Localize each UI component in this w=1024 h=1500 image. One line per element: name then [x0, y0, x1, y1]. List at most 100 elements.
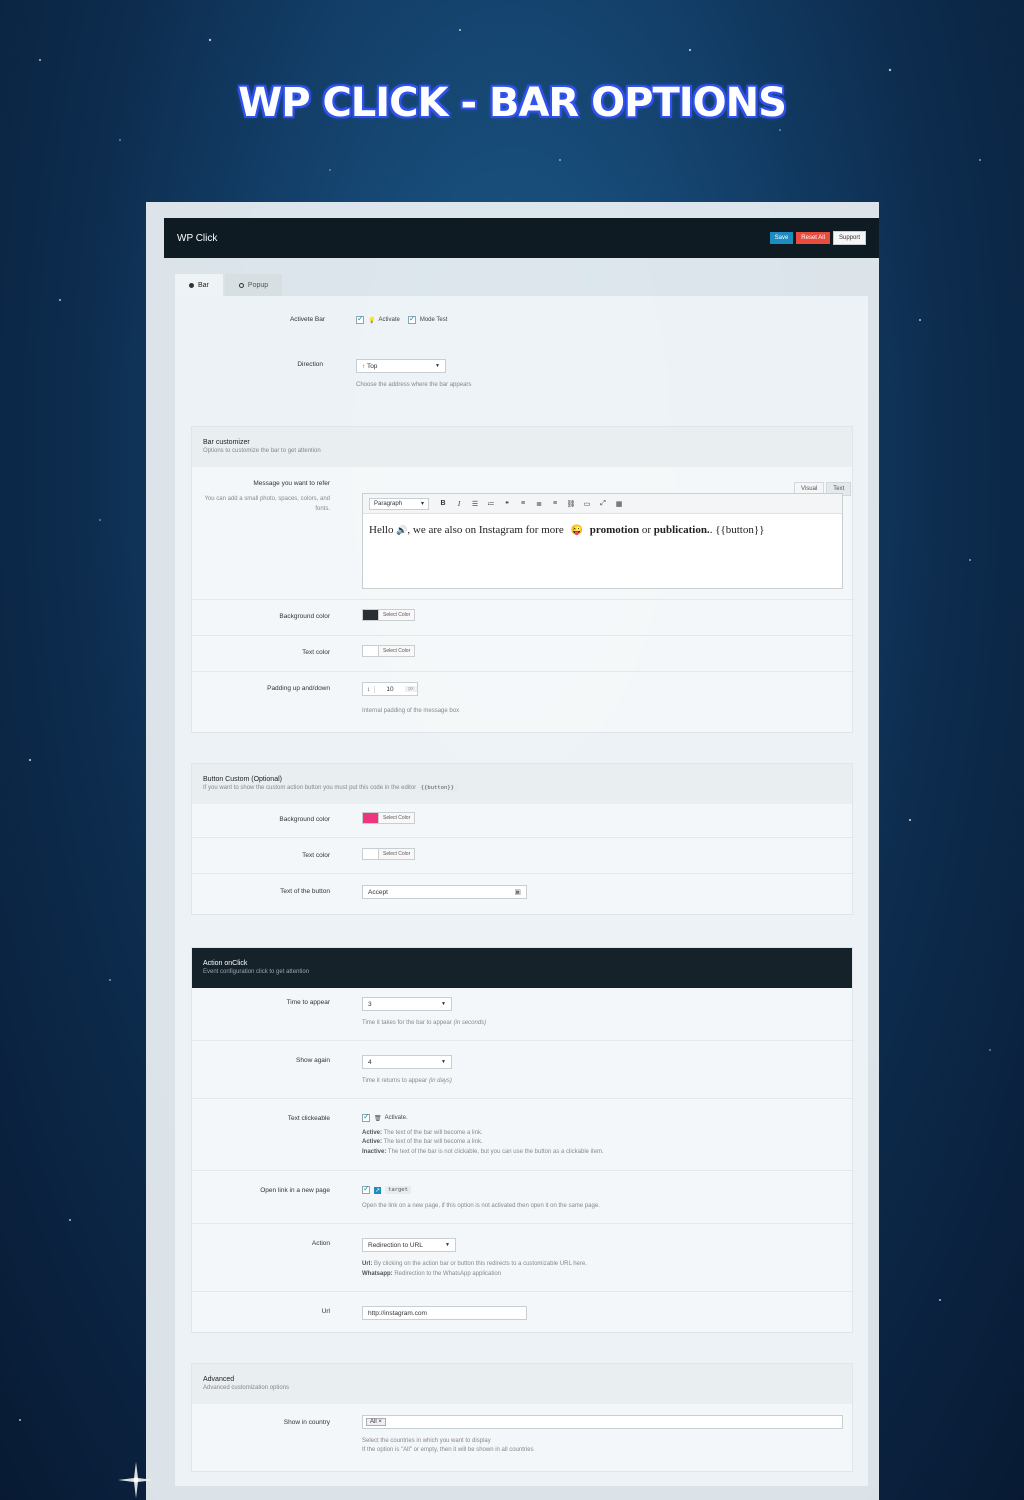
tab-label: Bar	[198, 281, 209, 289]
tab-label: Popup	[247, 281, 269, 289]
padding-input[interactable]: ↕ 10 px	[362, 682, 418, 696]
message-text: or	[641, 524, 651, 536]
align-right-icon[interactable]: ≡	[547, 500, 563, 507]
open-new-page-label: Open link in a new page	[260, 1187, 330, 1194]
editor-toolbar: Paragraph ▾ B I ☰ ≔ ❝ ≡ ≣ ≡ ⛓ ▭ ⤢ ▦	[363, 494, 842, 514]
align-left-icon[interactable]: ≡	[515, 500, 531, 507]
action-label: Action	[311, 1240, 330, 1247]
mode-test-checkbox[interactable]	[407, 314, 416, 324]
time-to-appear-label: Time to appear	[286, 999, 330, 1006]
activate-checkbox-group[interactable]: 💡 Activate Mode Test	[356, 314, 447, 324]
link-icon[interactable]: ⛓	[563, 500, 579, 508]
hint-text: Redirection to the WhatsApp application	[394, 1271, 502, 1277]
hint-text: Time it takes for the bar to appear	[362, 1020, 452, 1026]
hint-unit: (in days)	[428, 1078, 452, 1084]
text-clickable-checkbox-group[interactable]: 🗑 Activate.	[362, 1112, 408, 1122]
clickable-hint-3: Inactive: The text of the bar is not cli…	[362, 1149, 604, 1155]
section-title: Bar customizer	[203, 439, 250, 446]
open-new-page-checkbox-group[interactable]: ↗ target	[362, 1184, 411, 1194]
show-in-country-label: Show in country	[283, 1419, 330, 1426]
color-swatch	[363, 813, 379, 823]
text-color-picker[interactable]: Select Color	[362, 645, 416, 657]
activate-checkbox[interactable]	[356, 314, 364, 324]
section-title: Advanced	[203, 1376, 235, 1383]
paragraph-select[interactable]: Paragraph ▾	[369, 497, 429, 510]
country-tag-all[interactable]: All ×	[366, 1418, 386, 1426]
action-select[interactable]: Redirection to URL ▼	[362, 1238, 456, 1252]
hint-text: Time it returns to appear	[362, 1078, 428, 1084]
blockquote-icon[interactable]: ❝	[499, 500, 515, 508]
radio-icon	[189, 282, 194, 288]
text-clickable-checkbox[interactable]	[362, 1112, 370, 1122]
url-input[interactable]: http://instagram.com	[362, 1306, 527, 1320]
new-page-hint: Open the link on a new page, if this opt…	[362, 1203, 600, 1209]
hint-bold: Url:	[362, 1261, 373, 1267]
section-subtitle: Event configuration click to get attenti…	[203, 969, 310, 975]
advanced-header: Advanced Advanced customization options	[192, 1364, 852, 1404]
caret-down-icon: ▼	[441, 1001, 446, 1007]
align-center-icon[interactable]: ≣	[531, 500, 547, 508]
color-swatch	[363, 849, 379, 859]
select-color-label: Select Color	[383, 851, 411, 857]
support-button[interactable]: Support	[832, 231, 866, 245]
divider	[192, 671, 854, 672]
message-editor[interactable]: Paragraph ▾ B I ☰ ≔ ❝ ≡ ≣ ≡ ⛓ ▭ ⤢ ▦ Hello…	[362, 493, 843, 589]
button-text-input[interactable]: Accept ▣	[362, 885, 527, 899]
tongue-emoji-icon: 😜	[570, 525, 584, 536]
save-button[interactable]: Save	[769, 232, 794, 244]
editor-content[interactable]: Hello 🔊, we are also on Instagram for mo…	[363, 514, 842, 546]
time-to-appear-select[interactable]: 3 ▼	[362, 997, 452, 1011]
button-code: {{button}}	[417, 784, 457, 792]
subtitle-text: If you want to show the custom action bu…	[203, 785, 417, 791]
caret-down-icon: ▼	[445, 1242, 450, 1248]
tab-popup-settings[interactable]: Popup	[224, 274, 283, 296]
hint-text: The text of the bar will become a link.	[383, 1130, 483, 1136]
url-value: http://instagram.com	[368, 1309, 427, 1317]
direction-label: Direction	[297, 361, 323, 368]
fullscreen-icon[interactable]: ⤢	[595, 500, 611, 508]
direction-hint: Choose the address where the bar appears	[356, 382, 472, 388]
hint-bold: Whatsapp:	[362, 1271, 393, 1277]
hint-text: By clicking on the action bar or button …	[374, 1261, 587, 1267]
divider	[192, 1223, 854, 1224]
button-text-color-picker[interactable]: Select Color	[362, 848, 416, 860]
button-bg-color-label: Background color	[279, 816, 330, 823]
bullet-list-icon[interactable]: ☰	[467, 500, 483, 508]
direction-value: ↑ Top	[362, 362, 378, 370]
direction-select[interactable]: ↑ Top ▼	[356, 359, 446, 373]
country-hint-2: If the option is "All" or empty, then it…	[362, 1447, 534, 1453]
bg-color-picker[interactable]: Select Color	[362, 609, 416, 621]
reset-all-button[interactable]: Reset All	[796, 232, 830, 244]
bold-icon[interactable]: B	[435, 500, 451, 507]
section-subtitle: Options to customize the bar to get atte…	[203, 448, 321, 454]
hint-unit: (in seconds)	[453, 1020, 487, 1026]
divider	[192, 1170, 854, 1171]
message-bold-text: promotion	[589, 524, 640, 536]
padding-label: Padding up and/down	[267, 685, 330, 692]
url-label: Url	[321, 1308, 330, 1315]
tab-bar-settings[interactable]: Bar	[175, 274, 223, 296]
read-more-icon[interactable]: ▭	[579, 500, 595, 508]
section-subtitle: Advanced customization options	[203, 1385, 290, 1391]
button-bg-color-picker[interactable]: Select Color	[362, 812, 416, 824]
italic-icon[interactable]: I	[451, 500, 467, 508]
field-icon: ▣	[514, 889, 521, 896]
message-label: Message you want to refer	[253, 480, 330, 487]
divider	[192, 837, 854, 838]
show-again-select[interactable]: 4 ▼	[362, 1055, 452, 1069]
divider	[192, 635, 854, 636]
action-onclick-header: Action onClick Event configuration click…	[192, 948, 852, 988]
country-select[interactable]: All ×	[362, 1415, 843, 1429]
toolbar-toggle-icon[interactable]: ▦	[611, 500, 627, 508]
hint-bold: Active:	[362, 1130, 383, 1136]
hero-title: WP CLICK - BAR OPTIONS	[238, 80, 787, 126]
padding-unit: px	[405, 686, 417, 692]
section-subtitle: If you want to show the custom action bu…	[203, 784, 841, 792]
numbered-list-icon[interactable]: ≔	[483, 500, 499, 508]
text-color-label: Text color	[302, 649, 330, 656]
divider	[192, 1040, 854, 1041]
open-new-page-checkbox[interactable]	[362, 1184, 370, 1194]
settings-panel: WP Click Save Reset All Support Bar Popu…	[146, 202, 879, 1500]
trash-icon: 🗑	[374, 1115, 382, 1122]
caret-down-icon: ▾	[420, 501, 424, 507]
